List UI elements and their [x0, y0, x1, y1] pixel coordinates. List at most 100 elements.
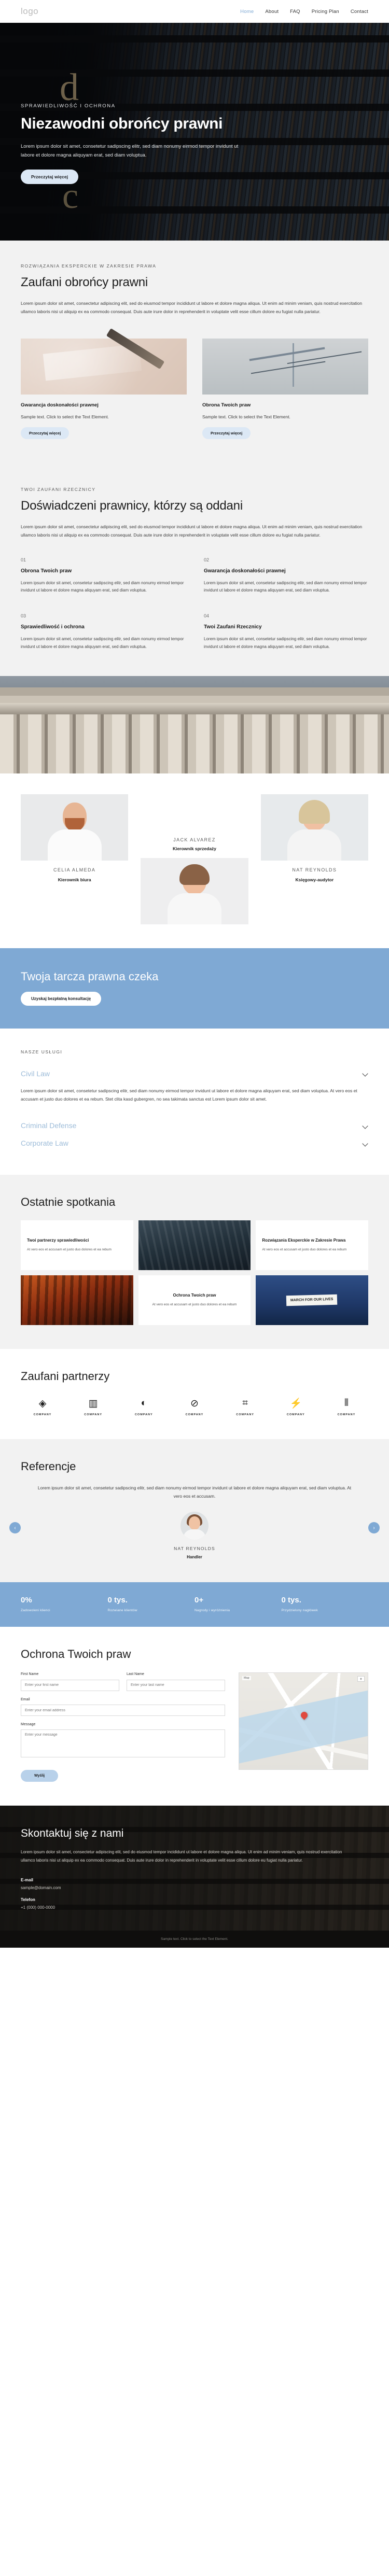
- partners-title: Zaufani partnerzy: [21, 1370, 110, 1383]
- item-title: Obrona Twoich praw: [21, 568, 72, 574]
- footer-email-value[interactable]: sample@domain.com: [21, 1885, 368, 1890]
- item-body: Lorem ipsum dolor sit amet, consetetur s…: [204, 637, 367, 649]
- testimonial-next-arrow[interactable]: ›: [368, 1522, 380, 1534]
- nav-item-home[interactable]: Home: [240, 9, 254, 15]
- team-member-featured: JACK ALVAREZ Kierownik sprzedaży: [141, 830, 248, 924]
- trusted-title: Zaufani obrońcy prawni: [21, 275, 148, 289]
- cta-consultation-button[interactable]: Uzyskaj bezpłatną konsultację: [21, 991, 102, 1006]
- partner-name: COMPANY: [286, 1413, 305, 1417]
- stat-label: Przydzielony nagłówek: [281, 1609, 318, 1613]
- advocates-title: Doświadczeni prawnicy, którzy są oddani: [21, 499, 243, 513]
- footer-phone-value[interactable]: +1 (000) 000-0000: [21, 1905, 368, 1910]
- message-label: Message: [21, 1723, 36, 1727]
- testimonial-title: Referencje: [21, 1460, 76, 1473]
- circle-slash-icon: ⊘: [190, 1398, 199, 1409]
- gallery-text-cell: Ochrona Twoich praw At vero eos et accus…: [138, 1275, 251, 1326]
- item-body: Lorem ipsum dolor sit amet, consetetur s…: [21, 580, 184, 593]
- item-number: 04: [204, 613, 210, 619]
- submit-button[interactable]: Wyślij: [21, 1770, 59, 1782]
- first-name-group: First Name: [21, 1672, 119, 1691]
- feature-card-text: Sample text. Click to select the Text El…: [202, 414, 290, 420]
- partner-logo: ⌗ COMPANY: [224, 1397, 267, 1416]
- hero-section: d c SPRAWIEDLIWOŚĆ I OCHRONA Niezawodni …: [0, 23, 389, 241]
- nav-item-about[interactable]: About: [265, 9, 279, 15]
- chevron-down-icon[interactable]: [363, 1071, 368, 1076]
- chevron-down-icon[interactable]: [363, 1141, 368, 1146]
- gallery-cell-title: Ochrona Twoich praw: [173, 1293, 216, 1298]
- accordion-item-criminal-defense[interactable]: Criminal Defense: [21, 1117, 368, 1134]
- advocates-section: TWOI ZAUFANI RZECZNICY Doświadczeni praw…: [0, 464, 389, 553]
- bolt-icon: ⚡: [289, 1398, 302, 1410]
- stat-value: 0 tys.: [281, 1596, 301, 1605]
- partner-name: COMPANY: [134, 1413, 153, 1417]
- hero-content: SPRAWIEDLIWOŚĆ I OCHRONA Niezawodni obro…: [0, 23, 332, 184]
- item-number: 03: [21, 613, 26, 619]
- nav-item-pricing-plan[interactable]: Pricing Plan: [312, 9, 339, 15]
- hero-title: Niezawodni obrońcy prawni: [21, 115, 223, 132]
- advocates-grid-item: 01 Obrona Twoich praw Lorem ipsum dolor …: [21, 557, 185, 595]
- march-sign-text: MARCH FOR OUR LIVES: [286, 1294, 338, 1306]
- justice-statue-image: [202, 339, 368, 395]
- services-accordion-section: NASZE USŁUGI Civil Law Lorem ipsum dolor…: [0, 1028, 389, 1175]
- accordion-label: Civil Law: [21, 1069, 50, 1078]
- feature-card-title: Obrona Twoich praw: [202, 402, 251, 409]
- email-label: Email: [21, 1697, 30, 1701]
- nav-item-contact[interactable]: Contact: [351, 9, 368, 15]
- logo[interactable]: logo: [21, 6, 38, 17]
- email-input[interactable]: [21, 1705, 225, 1716]
- gallery-cell-title: Twoi partnerzy sprawiedliwości: [27, 1238, 89, 1243]
- stat-item: 0+ Nagrody i wyróżnienia: [195, 1596, 282, 1612]
- partner-logo: ⊘ COMPANY: [173, 1397, 216, 1417]
- desk-pen-image: [21, 339, 187, 395]
- gallery-image-fire: [21, 1275, 133, 1326]
- chevron-down-icon[interactable]: [363, 1123, 368, 1129]
- first-name-label: First Name: [21, 1672, 39, 1677]
- last-name-group: Last Name: [127, 1672, 225, 1691]
- partner-name: COMPANY: [337, 1413, 356, 1417]
- gallery-cell-body: At vero eos et accusam et justo duo dolo…: [152, 1303, 237, 1306]
- feature-card-button[interactable]: Przeczytaj więcej: [202, 427, 251, 440]
- partner-logo: ◐ COMPANY: [122, 1397, 165, 1416]
- stat-label: Zadowoleni klienci: [21, 1609, 50, 1613]
- message-textarea[interactable]: [21, 1729, 225, 1758]
- testimonial-person: NAT REYNOLDS Handler: [21, 1512, 368, 1559]
- footer-bottom-bar: Sample text. Click to select the Text El…: [0, 1930, 389, 1948]
- book-icon: ▥: [88, 1398, 98, 1409]
- courthouse-columns-banner: [0, 675, 389, 773]
- gallery-section: Ostatnie spotkania Twoi partnerzy sprawi…: [0, 1175, 389, 1349]
- team-member: NAT REYNOLDS Księgowy-audytor: [260, 794, 368, 924]
- item-title: Gwarancja doskonałości prawnej: [204, 568, 286, 574]
- partner-logo: ◈ COMPANY: [21, 1397, 64, 1417]
- partner-logo: ⚡ COMPANY: [274, 1397, 317, 1416]
- hero-body: Lorem ipsum dolor sit amet, consetetur s…: [21, 143, 239, 159]
- partner-name: COMPANY: [185, 1413, 204, 1417]
- advocates-grid-item: 03 Sprawiedliwość i ochrona Lorem ipsum …: [21, 613, 185, 651]
- nav-item-faq[interactable]: FAQ: [290, 9, 300, 15]
- map-zoom-in-button[interactable]: +: [357, 1676, 365, 1682]
- item-title: Sprawiedliwość i ochrona: [21, 624, 85, 630]
- stat-item: 0 tys. Rozwiane klientów: [108, 1596, 195, 1612]
- last-name-label: Last Name: [127, 1672, 144, 1677]
- partner-name: COMPANY: [236, 1413, 254, 1417]
- feature-card: Gwarancja doskonałości prawnej Sample te…: [21, 339, 187, 440]
- feature-card-button[interactable]: Przeczytaj więcej: [21, 427, 70, 440]
- team-member: CELIA ALMEDA Kierownik biura: [21, 794, 129, 924]
- stat-value: 0+: [195, 1596, 204, 1605]
- location-map[interactable]: Map +: [239, 1672, 368, 1770]
- stat-label: Rozwiane klientów: [107, 1609, 137, 1613]
- team-grid: CELIA ALMEDA Kierownik biura JACK ALVARE…: [21, 794, 368, 924]
- footer-section: Skontaktuj się z nami Lorem ipsum dolor …: [0, 1806, 389, 1931]
- stat-label: Nagrody i wyróżnienia: [195, 1609, 230, 1613]
- gallery-cell-title: Rozwiązania Eksperckie w Zakresie Prawa: [262, 1238, 346, 1243]
- first-name-input[interactable]: [21, 1679, 119, 1691]
- message-group: Message: [21, 1723, 225, 1760]
- item-number: 02: [204, 557, 210, 562]
- accordion-item-civil-law[interactable]: Civil Law: [21, 1065, 368, 1082]
- last-name-input[interactable]: [127, 1679, 225, 1691]
- hero-cta-button[interactable]: Przeczytaj więcej: [21, 169, 79, 184]
- cta-title: Twoja tarcza prawna czeka: [21, 969, 159, 983]
- services-eyebrow: NASZE USŁUGI: [21, 1049, 63, 1054]
- item-body: Lorem ipsum dolor sit amet, consetetur s…: [204, 580, 367, 593]
- accordion-item-corporate-law[interactable]: Corporate Law: [21, 1134, 368, 1152]
- testimonial-prev-arrow[interactable]: ‹: [9, 1522, 21, 1534]
